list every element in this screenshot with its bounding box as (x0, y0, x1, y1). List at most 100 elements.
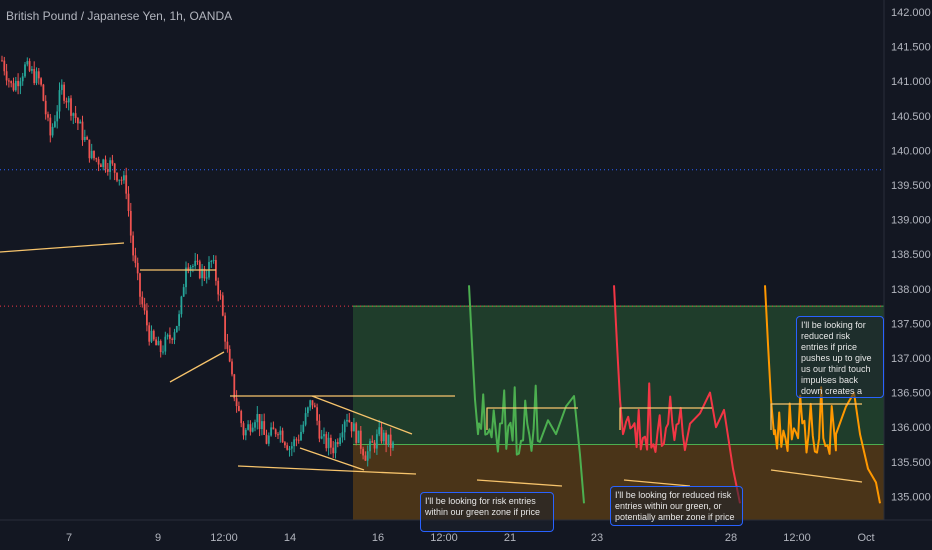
candle (31, 66, 33, 74)
candle-body (100, 164, 102, 168)
candle-body (141, 296, 144, 305)
candle (189, 265, 192, 277)
candle-body (65, 100, 68, 103)
candle-body (389, 434, 392, 448)
candle (217, 277, 220, 302)
candle (72, 112, 75, 125)
candle-body (346, 419, 348, 422)
candle (81, 115, 84, 146)
candle-body (323, 434, 325, 437)
candle (58, 82, 61, 119)
candle-body (251, 427, 254, 432)
candle (226, 333, 229, 353)
candle-body (150, 330, 153, 342)
candle-body (357, 430, 360, 443)
candle-body (353, 423, 355, 432)
candle (332, 441, 335, 458)
price-chart[interactable]: 142.000 141.500 141.000 140.500 140.000 139.5… (0, 0, 932, 550)
candle (102, 158, 105, 171)
candle-body (1, 60, 3, 62)
candle-body (316, 407, 318, 421)
candle-body (258, 414, 261, 430)
candle (95, 157, 98, 163)
time-tick-label: Oct (857, 532, 874, 544)
candle-body (233, 374, 236, 399)
candle-body (74, 113, 77, 119)
candle (77, 116, 79, 131)
candle-body (17, 81, 19, 87)
candle-body (339, 437, 341, 445)
candle-body (279, 430, 282, 435)
candle-body (14, 81, 17, 91)
candle-body (359, 430, 362, 449)
price-tick-label: 138.500 (891, 249, 931, 261)
candle (201, 263, 203, 287)
candle (187, 263, 190, 274)
candle-body (12, 83, 15, 91)
candle (12, 77, 15, 92)
candle-body (164, 336, 167, 352)
candle-body (132, 235, 134, 256)
candle (205, 269, 208, 284)
candle-body (272, 427, 275, 430)
candle (233, 373, 236, 402)
note-green-zone: I'll be looking for risk entries within … (420, 492, 554, 532)
candle (17, 73, 19, 95)
candle-body (139, 273, 141, 297)
candle (28, 58, 31, 73)
candle (166, 333, 169, 340)
candle (309, 399, 312, 411)
candle-body (86, 136, 88, 140)
candle-body (235, 398, 238, 407)
candle (169, 327, 171, 344)
candle (254, 419, 256, 432)
candle (120, 176, 123, 185)
price-tick-label: 136.500 (891, 388, 931, 400)
candle (173, 328, 176, 345)
candle-body (288, 448, 291, 450)
candle (14, 76, 17, 92)
candle-body (313, 405, 316, 408)
candle-body (366, 451, 369, 461)
candle (164, 331, 167, 355)
candle (304, 407, 307, 427)
candle (146, 303, 148, 332)
candle-body (180, 296, 183, 315)
candle (339, 433, 341, 447)
candle (42, 83, 45, 102)
candle (40, 77, 42, 87)
candle-body (224, 315, 226, 342)
candle-body (21, 76, 24, 82)
candle (196, 254, 199, 265)
candle-body (5, 71, 8, 81)
candle-body (19, 81, 22, 87)
candle-body (286, 445, 289, 450)
candle (86, 135, 88, 140)
candle (240, 409, 243, 428)
candle (212, 254, 215, 264)
candle-body (302, 424, 305, 432)
candle (1, 55, 3, 62)
candle (109, 157, 111, 180)
candle (286, 442, 289, 451)
candle (70, 95, 72, 121)
time-tick-label: 14 (284, 532, 296, 544)
price-tick-label: 141.000 (891, 76, 931, 88)
candle (67, 96, 70, 111)
candle-body (106, 169, 109, 172)
candle (139, 272, 141, 305)
candle (288, 446, 291, 457)
candle-body (79, 121, 82, 124)
candle-body (173, 332, 176, 340)
candle (123, 170, 125, 184)
candle-body (300, 431, 302, 441)
candle (256, 406, 259, 430)
candle (54, 115, 56, 129)
candle (74, 105, 77, 123)
candle (293, 436, 295, 453)
candle-body (307, 407, 309, 414)
candle-body (274, 429, 277, 435)
candle-body (58, 90, 61, 112)
candle-body (238, 406, 240, 411)
candle-body (325, 434, 328, 449)
